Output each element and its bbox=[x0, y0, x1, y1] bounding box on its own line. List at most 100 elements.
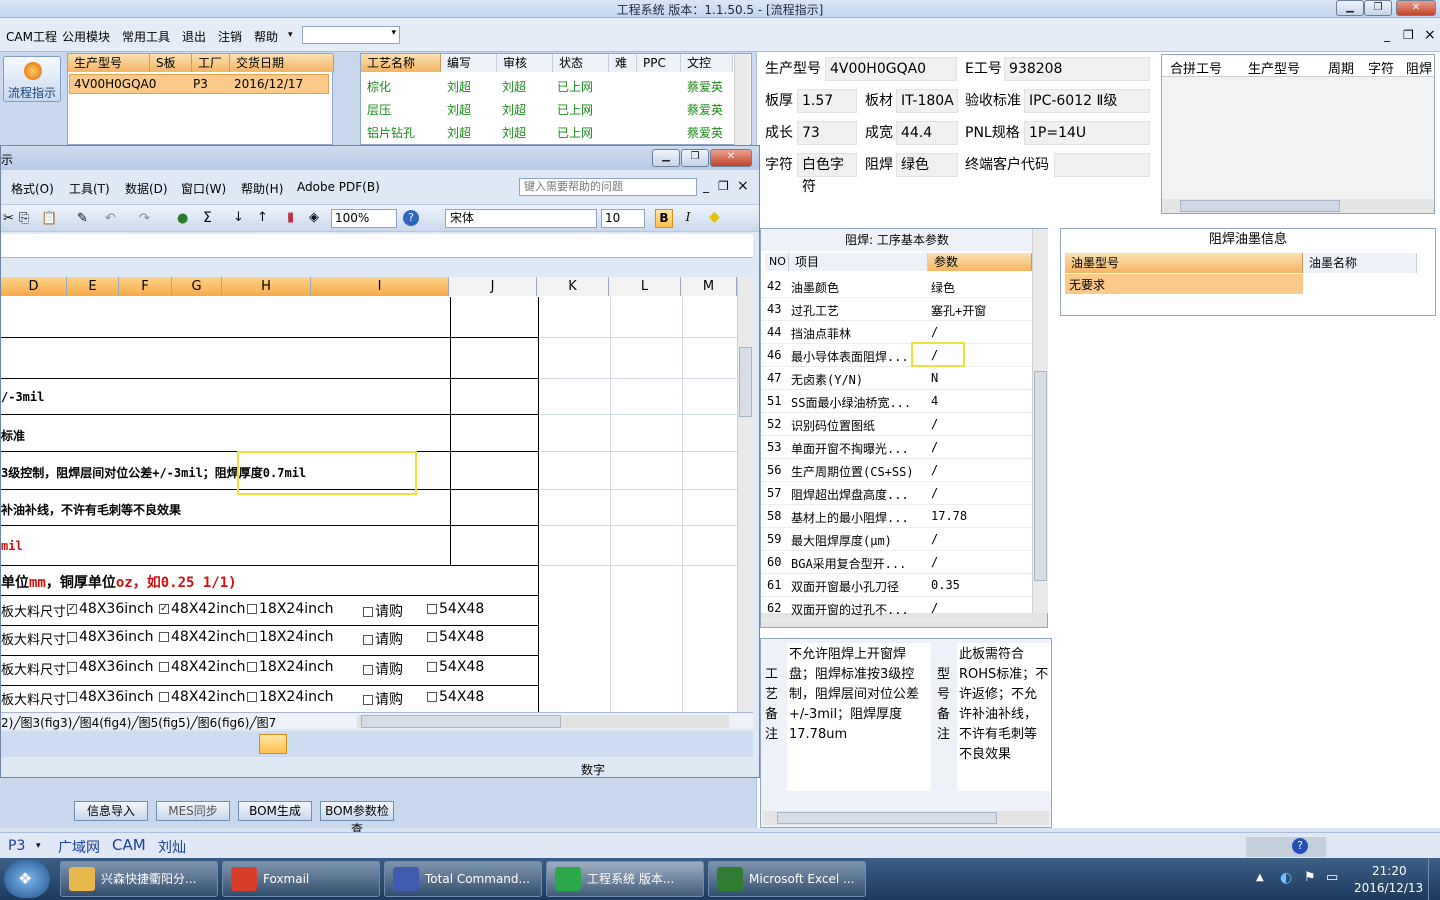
excel-close-button[interactable]: ✕ bbox=[710, 149, 752, 167]
process-header-writer[interactable]: 编写 bbox=[441, 54, 497, 72]
table-row[interactable]: 棕化 刘超 刘超 已上网 蔡爱英 bbox=[361, 76, 733, 98]
size-option[interactable]: 48X42inch bbox=[159, 629, 246, 645]
size-option[interactable]: 18X24inch bbox=[247, 629, 334, 645]
checkbox[interactable] bbox=[363, 695, 373, 705]
sort-asc-icon[interactable]: ↓ bbox=[233, 210, 244, 225]
task-item[interactable]: Total Command... bbox=[384, 861, 542, 897]
table-row[interactable]: 52 识别码位置图纸 / bbox=[761, 413, 1032, 436]
scroll-thumb[interactable] bbox=[361, 715, 561, 728]
size-option[interactable]: 18X24inch bbox=[247, 689, 334, 705]
hyperlink-icon[interactable]: ● bbox=[177, 211, 188, 226]
orders-header-factory[interactable]: 工厂 bbox=[192, 54, 230, 72]
table-row[interactable]: 60 BGA采用复合型开... / bbox=[761, 551, 1032, 574]
drawing-icon[interactable]: ◈ bbox=[309, 210, 319, 225]
checkbox[interactable] bbox=[67, 692, 77, 702]
size-option[interactable]: 18X24inch bbox=[247, 659, 334, 675]
params-header-value[interactable]: 参数 bbox=[928, 253, 1032, 271]
field-ework[interactable]: 938208 bbox=[1004, 57, 1150, 81]
checkbox[interactable] bbox=[427, 692, 437, 702]
size-option[interactable]: 54X48 bbox=[427, 689, 484, 705]
size-option[interactable]: 48X36inch bbox=[67, 659, 154, 675]
table-row[interactable]: 42 油墨颜色 绿色 bbox=[761, 275, 1032, 298]
excel-doc-minimize[interactable]: _ bbox=[703, 179, 709, 193]
process-header-name[interactable]: 工艺名称 bbox=[361, 54, 441, 72]
ink-header-model[interactable]: 油墨型号 bbox=[1065, 253, 1303, 273]
excel-menu-tools[interactable]: 工具(T) bbox=[69, 180, 110, 197]
process-note-text[interactable]: 不允许阻焊上开窗焊盘；阻焊标准按3级控制，阻焊层间对位公差+/-3mil；阻焊厚… bbox=[787, 643, 931, 791]
checkbox[interactable] bbox=[159, 632, 169, 642]
column-header[interactable]: D bbox=[1, 277, 67, 296]
close-button[interactable]: ✕ bbox=[1396, 0, 1436, 16]
scroll-thumb[interactable] bbox=[777, 812, 997, 824]
task-item[interactable]: 兴森快捷衢阳分... bbox=[60, 861, 218, 897]
table-row[interactable]: 44 挡油点菲林 / bbox=[761, 321, 1032, 344]
checkbox[interactable] bbox=[67, 632, 77, 642]
field-width[interactable]: 44.4 bbox=[896, 121, 958, 145]
params-scrollbar[interactable] bbox=[1032, 229, 1048, 613]
paste-icon[interactable]: 📋 bbox=[41, 211, 57, 226]
field-length[interactable]: 73 bbox=[797, 121, 857, 145]
size-option[interactable]: 请购 bbox=[363, 629, 403, 649]
font-size-select[interactable]: 10 bbox=[601, 209, 645, 228]
process-header-review[interactable]: 审核 bbox=[497, 54, 553, 72]
network-icon[interactable]: ◐ bbox=[1280, 870, 1292, 886]
table-row[interactable]: 51 SS面最小绿油桥宽... 4 bbox=[761, 390, 1032, 413]
scroll-thumb[interactable] bbox=[1034, 371, 1047, 581]
params-header-item[interactable]: 项目 bbox=[789, 253, 928, 271]
process-header-status[interactable]: 状态 bbox=[553, 54, 609, 72]
sheet-vscrollbar[interactable] bbox=[737, 277, 753, 712]
size-option[interactable]: 54X48 bbox=[427, 659, 484, 675]
copy-icon[interactable]: ⎘ bbox=[19, 211, 29, 226]
table-row[interactable]: 62 双面开窗的过孔不... / bbox=[761, 597, 1032, 620]
mdi-minimize[interactable]: _ bbox=[1384, 28, 1390, 42]
menu-common-module[interactable]: 公用模块 bbox=[62, 28, 110, 45]
size-option[interactable]: 54X48 bbox=[427, 629, 484, 645]
process-header-difficulty[interactable]: 难 bbox=[609, 54, 637, 72]
autosum-icon[interactable]: Σ bbox=[203, 210, 212, 226]
table-row[interactable]: 无要求 bbox=[1065, 274, 1303, 294]
merge-header-model[interactable]: 生产型号 bbox=[1248, 58, 1300, 77]
maximize-button[interactable]: ❐ bbox=[1364, 0, 1392, 16]
size-option[interactable]: 请购 bbox=[363, 689, 403, 709]
size-option[interactable]: 请购 bbox=[363, 601, 403, 621]
task-item[interactable]: Foxmail bbox=[222, 861, 380, 897]
process-header-doc[interactable]: 文控 bbox=[681, 54, 733, 72]
column-header[interactable]: M bbox=[681, 277, 737, 296]
checkbox[interactable] bbox=[247, 662, 257, 672]
column-header[interactable]: E bbox=[67, 277, 119, 296]
menu-help[interactable]: 帮助 bbox=[254, 28, 278, 45]
excel-maximize-button[interactable]: ❐ bbox=[681, 149, 709, 167]
mdi-restore[interactable]: ❐ bbox=[1403, 28, 1414, 42]
size-option[interactable]: 请购 bbox=[363, 659, 403, 679]
column-header[interactable]: J bbox=[449, 277, 537, 296]
size-option[interactable]: 48X42inch bbox=[159, 659, 246, 675]
excel-doc-close[interactable]: × bbox=[737, 178, 749, 194]
excel-menu-data[interactable]: 数据(D) bbox=[125, 180, 168, 197]
orders-header-date[interactable]: 交货日期 bbox=[230, 54, 334, 72]
font-select[interactable]: 宋体 bbox=[445, 209, 597, 228]
column-header[interactable]: L bbox=[609, 277, 681, 296]
model-note-text[interactable]: 此板需符合ROHS标准；不许返修；不允许补油补线，不许有毛刺等不良效果 bbox=[957, 643, 1051, 791]
menu-combo[interactable]: ▾ bbox=[302, 26, 400, 44]
format-painter-icon[interactable]: ✎ bbox=[77, 211, 88, 226]
table-row[interactable]: 59 最大阻焊厚度(μm) / bbox=[761, 528, 1032, 551]
checkbox[interactable] bbox=[363, 635, 373, 645]
column-header[interactable]: K bbox=[537, 277, 609, 296]
italic-button[interactable]: I bbox=[679, 209, 697, 228]
table-row[interactable]: 53 单面开窗不掏曝光... / bbox=[761, 436, 1032, 459]
merge-header-char[interactable]: 字符 bbox=[1368, 58, 1394, 77]
fill-color-icon[interactable]: ◆ bbox=[709, 209, 720, 225]
checkbox[interactable] bbox=[67, 662, 77, 672]
flow-indicator-button[interactable]: 流程指示 bbox=[3, 56, 61, 102]
menu-more-icon[interactable]: ▾ bbox=[288, 30, 293, 40]
field-thickness[interactable]: 1.57 bbox=[797, 89, 857, 113]
monitor-icon[interactable]: ▭ bbox=[1326, 870, 1338, 885]
merge-hscrollbar[interactable] bbox=[1162, 199, 1434, 213]
task-item[interactable]: Microsoft Excel ... bbox=[708, 861, 866, 897]
scroll-thumb[interactable] bbox=[739, 347, 752, 417]
size-option[interactable]: 48X42inch bbox=[159, 689, 246, 705]
excel-help-search[interactable]: 键入需要帮助的问题 bbox=[519, 178, 697, 196]
merge-header-mask[interactable]: 阻焊 bbox=[1406, 58, 1432, 77]
checkbox[interactable] bbox=[247, 692, 257, 702]
merge-header-cycle[interactable]: 周期 bbox=[1328, 58, 1354, 77]
